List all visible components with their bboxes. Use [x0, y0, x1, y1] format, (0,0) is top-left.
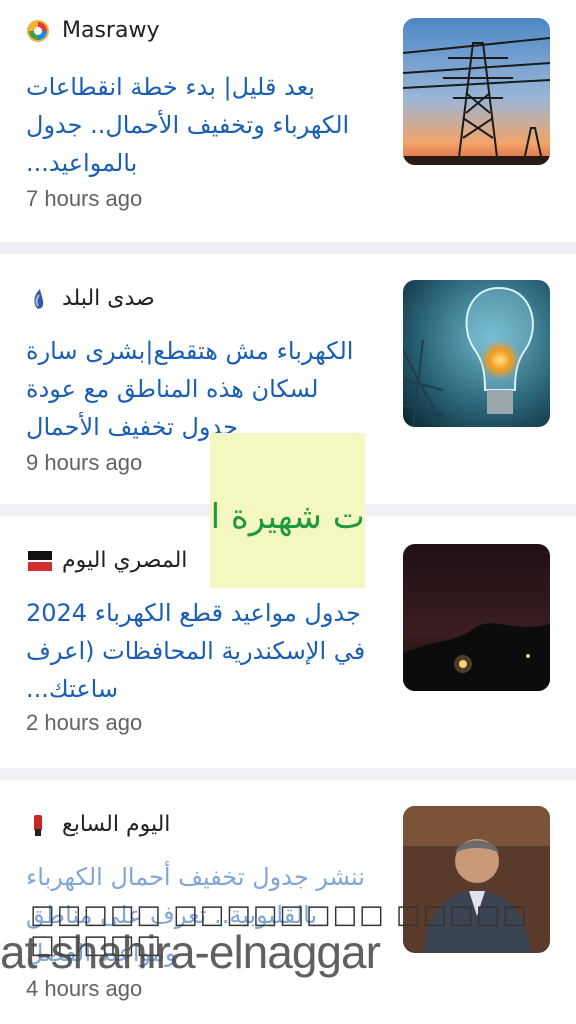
sada-elbalad-logo-icon — [26, 287, 50, 311]
timestamp: 4 hours ago — [26, 976, 143, 1001]
youm7-logo-icon — [26, 813, 50, 837]
card-separator — [0, 242, 576, 254]
source-name: Masrawy — [62, 18, 160, 43]
timestamp: 9 hours ago — [26, 450, 143, 475]
source-name: اليوم السابع — [62, 812, 171, 837]
almasry-alyoum-logo-icon — [26, 549, 52, 573]
source-name: المصري اليوم — [62, 548, 188, 573]
news-card[interactable]: Masrawy بعد قليل| بدء خطة انقطاعات الكهر… — [0, 0, 576, 242]
watermark-logo-text: حكايات شهيرة النجار — [210, 497, 365, 537]
card-separator — [0, 768, 576, 780]
masrawy-logo-icon — [26, 19, 50, 43]
watermark-url: at-shahira-elnaggar — [0, 926, 381, 978]
watermark-logo: حكايات شهيرة النجار — [139, 433, 435, 588]
headline-link[interactable]: الكهرباء مش هتقطع|بشرى سارة لسكان هذه ال… — [26, 332, 376, 446]
timestamp: 2 hours ago — [26, 710, 143, 735]
lightbulb-storm-image[interactable] — [403, 280, 550, 427]
timestamp: 7 hours ago — [26, 186, 143, 211]
power-tower-sunset-image[interactable] — [403, 18, 550, 165]
dark-street-night-image[interactable] — [403, 544, 550, 691]
source-name: صدى البلد — [62, 286, 155, 311]
headline-link[interactable]: جدول مواعيد قطع الكهرباء 2024 في الإسكند… — [26, 594, 376, 708]
headline-link[interactable]: بعد قليل| بدء خطة انقطاعات الكهرباء وتخف… — [26, 68, 376, 182]
